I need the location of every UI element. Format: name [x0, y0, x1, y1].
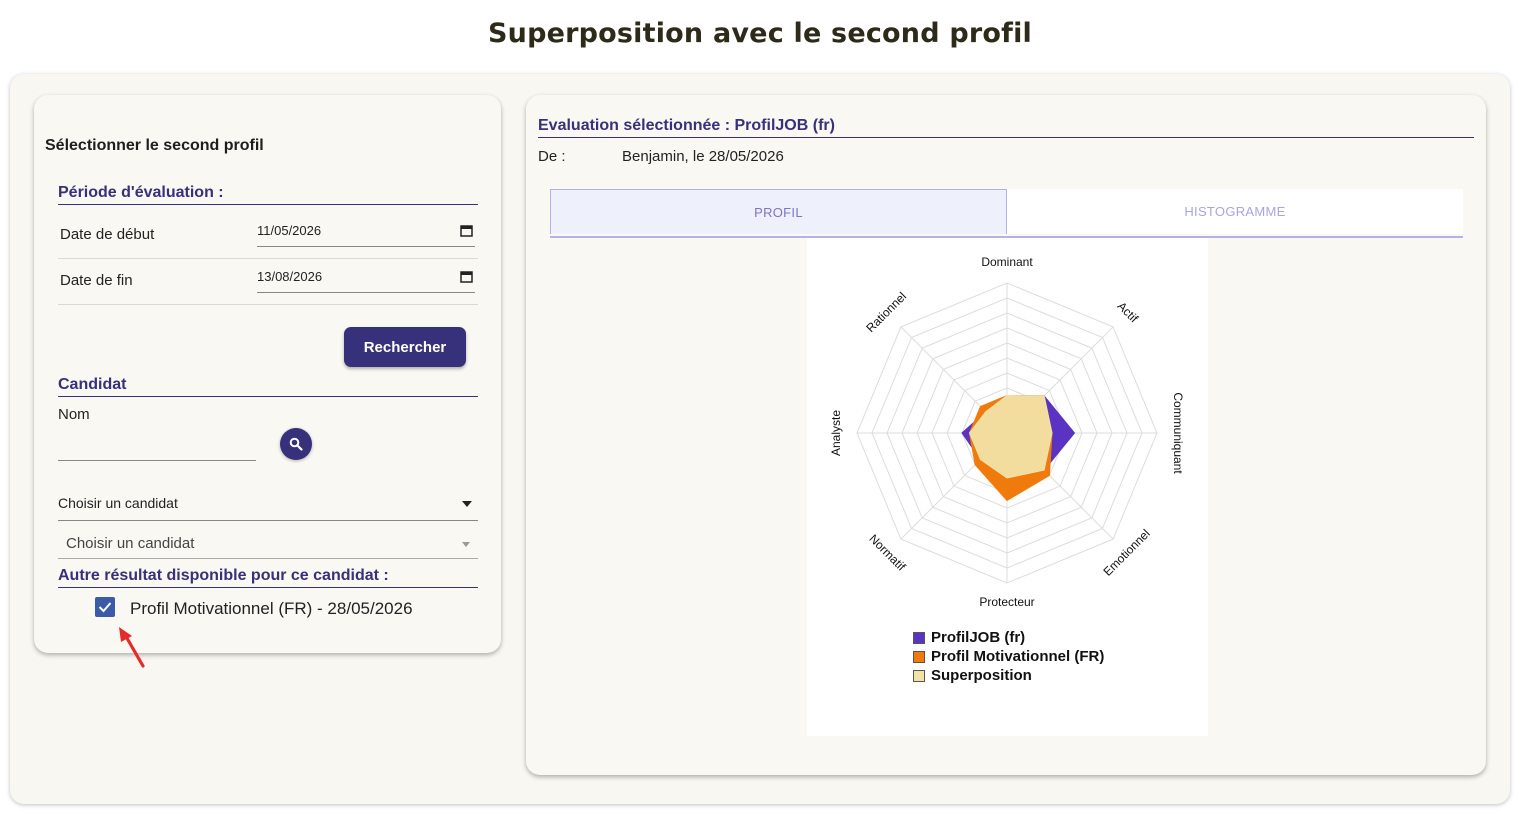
- chart-legend: ProfilJOB (fr) Profil Motivationnel (FR)…: [913, 628, 1104, 685]
- caret-down-icon: [462, 501, 472, 507]
- page-title: Superposition avec le second profil: [488, 18, 1032, 49]
- name-search-button[interactable]: [280, 428, 312, 460]
- candidate-select-secondary[interactable]: Choisir un candidat: [58, 529, 478, 559]
- other-results-title: Autre résultat disponible pour ce candid…: [58, 567, 478, 588]
- start-date-input[interactable]: 11/05/2026: [257, 221, 475, 247]
- axis-label: Protecteur: [979, 595, 1034, 609]
- other-result-checkbox[interactable]: [95, 597, 115, 617]
- from-label: De :: [538, 148, 566, 165]
- end-date-label: Date de fin: [60, 272, 133, 289]
- second-profile-panel: Sélectionner le second profil Période d'…: [34, 95, 501, 668]
- legend-label: Profil Motivationnel (FR): [931, 648, 1105, 665]
- radar-chart: Dominant Actif Communiquant Emotionnel Prote…: [807, 238, 1208, 736]
- name-label: Nom: [58, 406, 90, 423]
- legend-item: Profil Motivationnel (FR): [913, 647, 1104, 666]
- name-input[interactable]: [58, 438, 256, 461]
- legend-swatch: [913, 650, 925, 663]
- legend-swatch: [913, 669, 925, 682]
- axis-label: Communiquant: [1171, 392, 1185, 474]
- legend-item: Superposition: [913, 666, 1104, 685]
- calendar-icon[interactable]: [460, 269, 473, 289]
- main-container: Sélectionner le second profil Période d'…: [10, 74, 1510, 804]
- candidate-select-secondary-value: Choisir un candidat: [66, 535, 195, 552]
- start-date-value: 11/05/2026: [257, 223, 322, 238]
- axis-label: Analyste: [829, 410, 843, 456]
- selected-evaluation-title: Evaluation sélectionnée : ProfilJOB (fr): [538, 117, 1474, 138]
- period-section-title: Période d'évaluation :: [58, 184, 478, 205]
- check-icon: [98, 602, 112, 613]
- red-arrow-icon: [119, 627, 145, 668]
- legend-item: ProfilJOB (fr): [913, 628, 1104, 647]
- panel-heading: Sélectionner le second profil: [45, 137, 264, 154]
- legend-label: ProfilJOB (fr): [931, 629, 1026, 646]
- search-button[interactable]: Rechercher: [344, 327, 466, 367]
- axis-label: Actif: [1115, 299, 1142, 326]
- end-date-value: 13/08/2026: [257, 269, 323, 284]
- chart-tabs: PROFIL HISTOGRAMME: [550, 189, 1463, 238]
- axis-label: Dominant: [981, 255, 1033, 269]
- calendar-icon[interactable]: [460, 223, 473, 243]
- end-date-input[interactable]: 13/08/2026: [257, 267, 475, 293]
- tab-profil[interactable]: PROFIL: [550, 189, 1007, 234]
- candidate-select-value: Choisir un candidat: [58, 495, 178, 511]
- other-result-label: Profil Motivationnel (FR) - 28/05/2026: [130, 599, 413, 618]
- candidate-select[interactable]: Choisir un candidat: [58, 493, 478, 521]
- caret-down-icon: [462, 542, 470, 547]
- candidate-section-title: Candidat: [58, 376, 478, 397]
- legend-swatch: [913, 631, 925, 644]
- selected-evaluation-panel: Evaluation sélectionnée : ProfilJOB (fr)…: [526, 95, 1486, 775]
- divider: [58, 304, 478, 305]
- divider: [58, 258, 478, 259]
- start-date-label: Date de début: [60, 226, 155, 243]
- radar-chart-svg: DominantActifCommuniquantEmotionnelProte…: [829, 255, 1185, 609]
- tab-histogramme[interactable]: HISTOGRAMME: [1007, 189, 1463, 234]
- search-icon: [289, 437, 303, 451]
- legend-label: Superposition: [931, 667, 1032, 684]
- from-value: Benjamin, le 28/05/2026: [622, 148, 784, 165]
